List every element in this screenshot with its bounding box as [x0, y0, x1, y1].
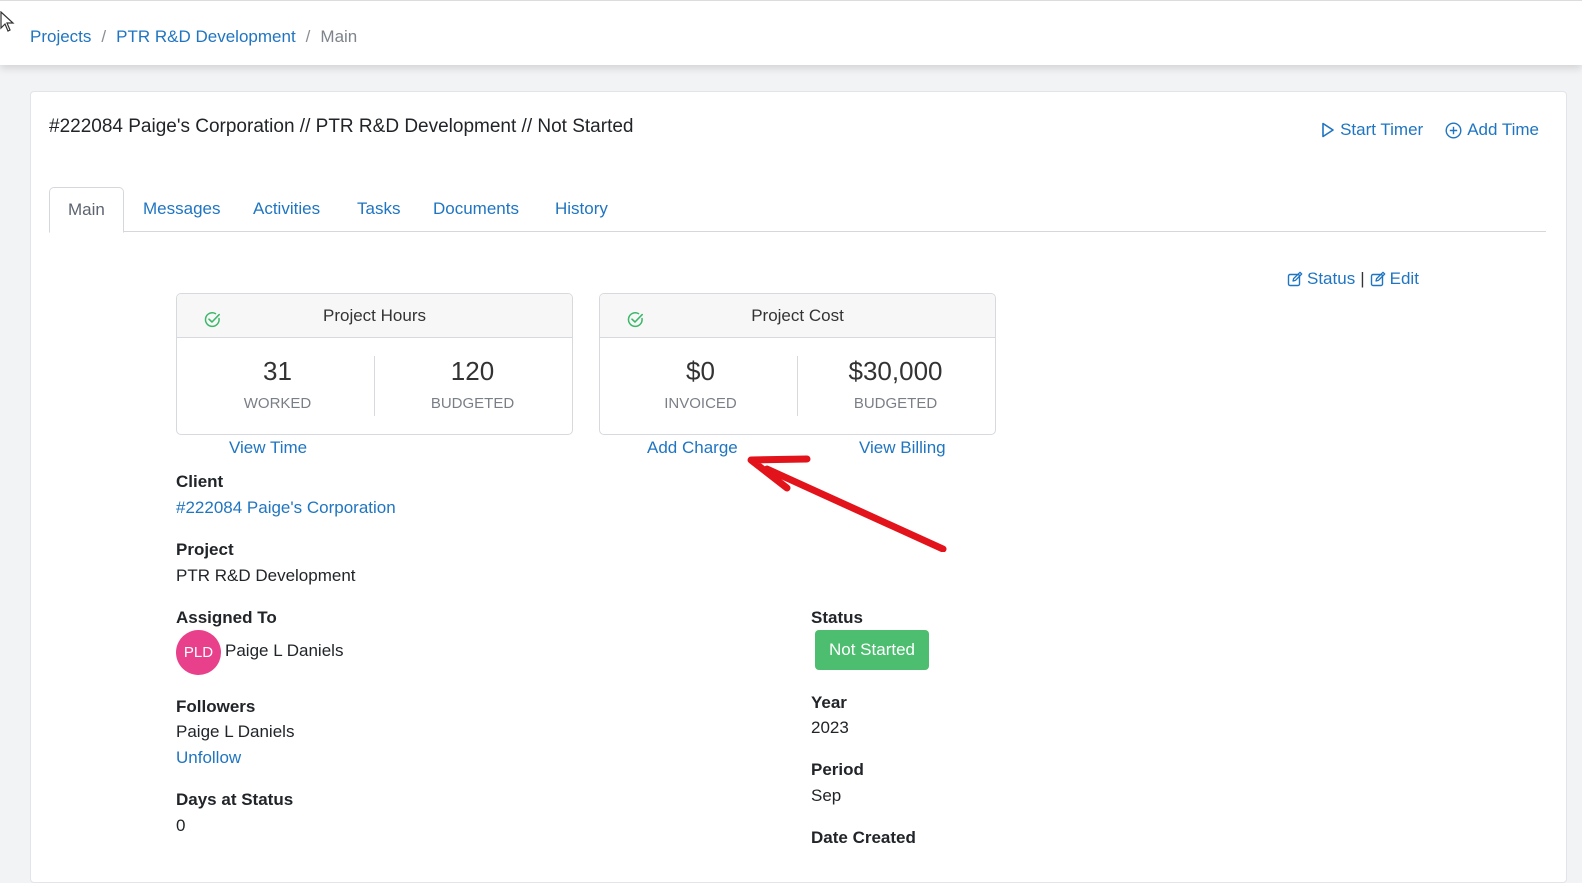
tab-main[interactable]: Main [49, 187, 124, 233]
days-at-status-label: Days at Status [176, 790, 294, 809]
check-circle-icon [204, 312, 220, 328]
project-hours-body: 31 WORKED 120 BUDGETED [177, 338, 572, 434]
breadcrumb-current: Main [320, 27, 358, 46]
check-circle-icon [627, 312, 643, 328]
days-at-status-value: 0 [176, 816, 186, 835]
breadcrumb-projects-link[interactable]: Projects [30, 27, 91, 47]
hours-budgeted-value: 120 [450, 356, 495, 386]
client-label: Client [176, 472, 224, 491]
project-hours-title: Project Hours [323, 306, 426, 325]
project-label: Project [176, 540, 234, 559]
add-time-label: Add Time [1467, 120, 1539, 139]
header-actions: Start Timer Add Time [1321, 120, 1539, 140]
breadcrumb-project-link[interactable]: PTR R&D Development [116, 27, 296, 47]
assigned-to-label: Assigned To [176, 608, 277, 627]
cost-budgeted: $30,000 BUDGETED [797, 356, 994, 412]
cost-budgeted-value: $30,000 [848, 356, 943, 386]
tab-bar: Main Messages Activities Tasks Documents… [49, 187, 1546, 233]
link-separator: | [1360, 269, 1365, 288]
project-value: PTR R&D Development [176, 566, 356, 585]
project-cost-card: Project Cost $0 INVOICED $30,000 BUDGETE… [599, 293, 996, 435]
add-charge-link[interactable]: Add Charge [647, 438, 738, 458]
edit-icon [1287, 271, 1303, 287]
status-label: Status [811, 608, 863, 627]
add-time-button[interactable]: Add Time [1445, 120, 1539, 140]
avatar: PLD [176, 630, 221, 675]
hours-budgeted: 120 BUDGETED [374, 356, 571, 412]
start-timer-button[interactable]: Start Timer [1321, 120, 1423, 140]
status-link[interactable]: Status [1307, 269, 1355, 289]
start-timer-label: Start Timer [1340, 120, 1424, 139]
page-title: #222084 Paige's Corporation // PTR R&D D… [49, 116, 634, 137]
project-cost-title: Project Cost [751, 306, 844, 325]
hours-worked-value: 31 [263, 356, 292, 386]
year-value: 2023 [811, 718, 849, 737]
followers-value: Paige L Daniels [176, 722, 295, 741]
project-cost-body: $0 INVOICED $30,000 BUDGETED [600, 338, 995, 434]
tab-tasks[interactable]: Tasks [357, 187, 400, 231]
tab-documents[interactable]: Documents [433, 187, 519, 231]
hours-worked-label: WORKED [243, 395, 312, 412]
play-icon [1322, 122, 1334, 138]
plus-circle-icon [1445, 121, 1462, 139]
tab-history[interactable]: History [555, 187, 608, 231]
period-value: Sep [811, 786, 842, 805]
breadcrumb-separator: / [101, 27, 107, 46]
project-hours-card: Project Hours 31 WORKED 120 BUDGETED [176, 293, 573, 435]
view-time-link[interactable]: View Time [229, 438, 307, 458]
breadcrumb: Projects / PTR R&D Development / Main [30, 27, 357, 47]
edit-icon [1370, 271, 1385, 287]
cost-invoiced-label: INVOICED [664, 395, 737, 412]
tab-activities[interactable]: Activities [253, 187, 320, 231]
cost-budgeted-label: BUDGETED [853, 395, 938, 412]
top-bar: Projects / PTR R&D Development / Main [0, 0, 1582, 65]
client-link[interactable]: #222084 Paige's Corporation [176, 498, 396, 518]
status-edit-links: Status | Edit [1287, 269, 1419, 289]
annotation-arrow-icon [747, 455, 947, 552]
edit-link[interactable]: Edit [1390, 269, 1419, 289]
unfollow-link[interactable]: Unfollow [176, 748, 241, 768]
project-cost-header: Project Cost [600, 294, 995, 338]
date-created-label: Date Created [811, 828, 916, 847]
tab-messages[interactable]: Messages [143, 187, 220, 231]
hours-worked: 31 WORKED [179, 356, 376, 412]
year-label: Year [811, 693, 847, 712]
period-label: Period [811, 760, 864, 779]
assigned-to-name: Paige L Daniels [225, 641, 344, 660]
status-badge: Not Started [815, 630, 929, 670]
followers-label: Followers [176, 697, 256, 716]
cost-invoiced-value: $0 [686, 356, 715, 386]
project-card: #222084 Paige's Corporation // PTR R&D D… [30, 91, 1567, 883]
project-hours-header: Project Hours [177, 294, 572, 338]
cost-invoiced: $0 INVOICED [602, 356, 799, 412]
hours-budgeted-label: BUDGETED [430, 395, 515, 412]
mouse-cursor-icon [0, 11, 15, 32]
breadcrumb-separator: / [305, 27, 311, 46]
